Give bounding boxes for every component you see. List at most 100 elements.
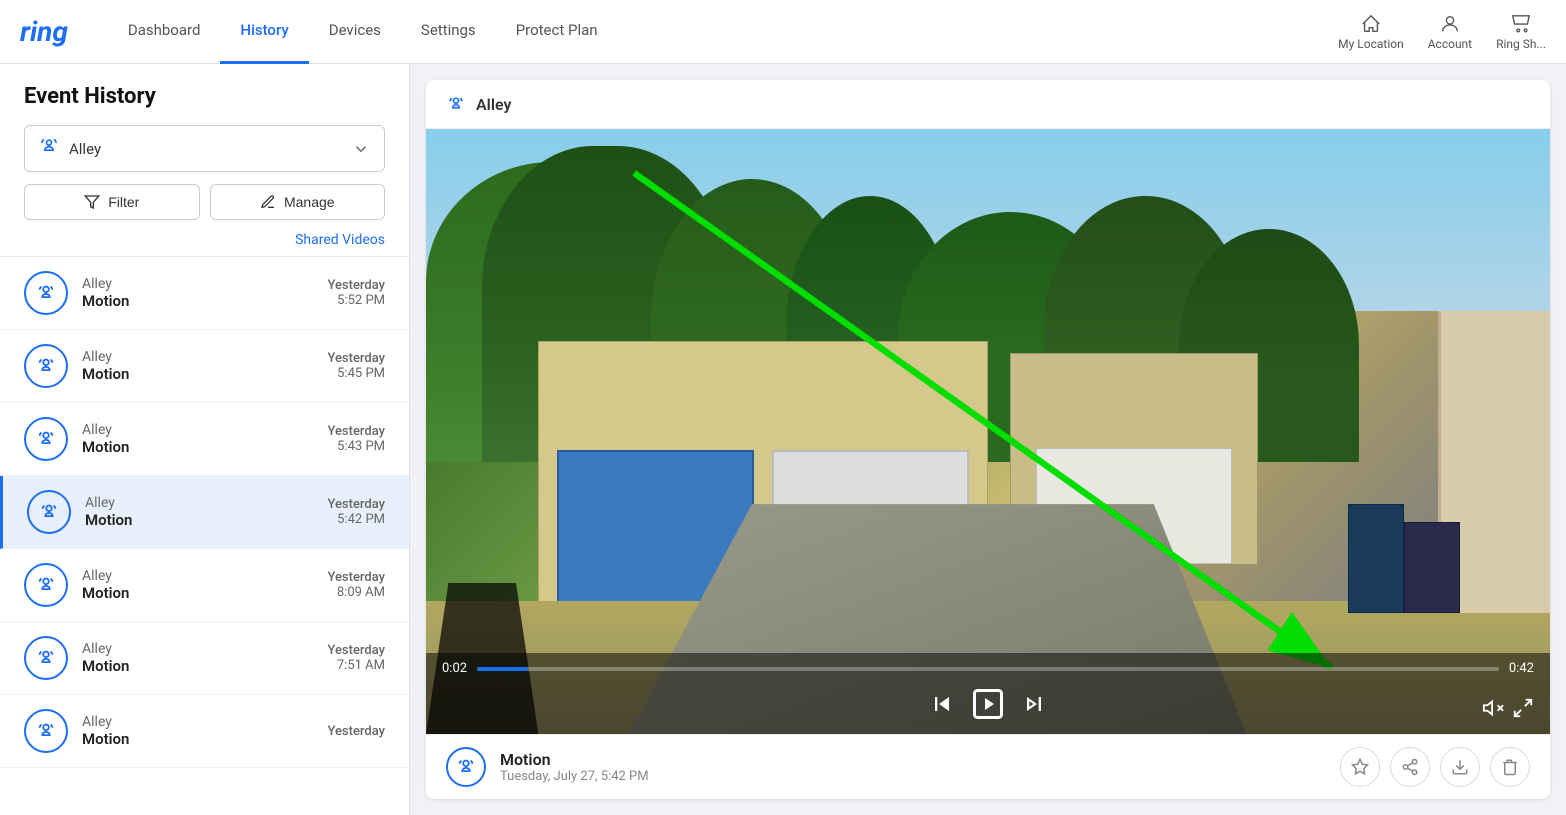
manage-button[interactable]: Manage xyxy=(210,184,386,220)
video-footer: Motion Tuesday, July 27, 5:42 PM xyxy=(426,734,1550,799)
shared-videos-link[interactable]: Shared Videos xyxy=(24,232,385,256)
event-item-5[interactable]: Alley Motion Yesterday 8:09 AM xyxy=(0,549,409,622)
event-type-2: Motion xyxy=(82,365,327,383)
event-item-1[interactable]: Alley Motion Yesterday 5:52 PM xyxy=(0,257,409,330)
nav-protect-plan[interactable]: Protect Plan xyxy=(496,0,618,64)
mute-button[interactable] xyxy=(1482,697,1504,722)
manage-icon xyxy=(260,194,276,210)
footer-event-type: Motion xyxy=(500,750,1340,769)
mute-icon xyxy=(1482,697,1504,719)
filter-row: Filter Manage xyxy=(24,184,385,220)
chevron-down-icon xyxy=(352,140,370,158)
sidebar: Event History Alley Filter Manage xyxy=(0,64,410,815)
nav-settings[interactable]: Settings xyxy=(401,0,496,64)
prev-frame-icon xyxy=(928,690,956,718)
trash-bin-2 xyxy=(1348,504,1404,613)
nav-history[interactable]: History xyxy=(220,0,308,64)
filter-button[interactable]: Filter xyxy=(24,184,200,220)
selected-device-name: Alley xyxy=(69,140,101,158)
ring-logo: ring xyxy=(20,15,68,48)
ring-shop-nav[interactable]: Ring Sh... xyxy=(1496,13,1546,51)
next-frame-icon xyxy=(1020,690,1048,718)
footer-event-date: Tuesday, July 27, 5:42 PM xyxy=(500,769,1340,784)
video-controls: 0:02 0:42 xyxy=(426,653,1550,734)
event-icon-7 xyxy=(24,709,68,753)
shop-icon xyxy=(1510,13,1532,35)
video-panel: Alley xyxy=(426,80,1550,799)
event-item-7[interactable]: Alley Motion Yesterday xyxy=(0,695,409,768)
filter-icon xyxy=(84,194,100,210)
video-ctrl-right xyxy=(1482,697,1534,722)
sidebar-title: Event History xyxy=(24,84,385,109)
event-item-4[interactable]: Alley Motion Yesterday 5:42 PM xyxy=(0,476,409,549)
home-icon xyxy=(1360,13,1382,35)
event-type-7: Motion xyxy=(82,730,327,748)
my-location-nav[interactable]: My Location xyxy=(1338,13,1404,51)
video-panel-header: Alley xyxy=(426,80,1550,129)
account-icon xyxy=(1439,13,1461,35)
footer-actions xyxy=(1340,747,1530,787)
fullscreen-button[interactable] xyxy=(1512,697,1534,722)
account-nav[interactable]: Account xyxy=(1428,13,1472,51)
footer-event-icon xyxy=(446,747,486,787)
camera-header-icon xyxy=(446,94,466,114)
progress-bar-row: 0:02 0:42 xyxy=(442,661,1534,676)
progress-track[interactable] xyxy=(477,667,1499,671)
delete-button[interactable] xyxy=(1490,747,1530,787)
prev-frame-button[interactable] xyxy=(922,684,962,724)
event-time-1: Yesterday 5:52 PM xyxy=(327,278,385,308)
event-list: Alley Motion Yesterday 5:52 PM Alley Mot… xyxy=(0,256,409,815)
video-scene xyxy=(426,129,1550,734)
top-navigation: ring Dashboard History Devices Settings … xyxy=(0,0,1566,64)
total-time-label: 0:42 xyxy=(1509,661,1534,676)
footer-info: Motion Tuesday, July 27, 5:42 PM xyxy=(500,750,1340,784)
event-type-5: Motion xyxy=(82,584,327,602)
download-button[interactable] xyxy=(1440,747,1480,787)
event-icon-2 xyxy=(24,344,68,388)
event-type-6: Motion xyxy=(82,657,327,675)
download-icon xyxy=(1451,758,1469,776)
device-selector[interactable]: Alley xyxy=(24,125,385,172)
delete-icon xyxy=(1501,758,1519,776)
star-icon xyxy=(1351,758,1369,776)
next-frame-button[interactable] xyxy=(1014,684,1054,724)
nav-dashboard[interactable]: Dashboard xyxy=(108,0,221,64)
progress-fill xyxy=(477,667,528,671)
main-layout: Event History Alley Filter Manage xyxy=(0,64,1566,815)
event-type-3: Motion xyxy=(82,438,327,456)
event-name-4: Alley xyxy=(85,495,327,511)
nav-right: My Location Account Ring Sh... xyxy=(1338,13,1546,51)
event-item-6[interactable]: Alley Motion Yesterday 7:51 AM xyxy=(0,622,409,695)
main-content: Alley xyxy=(410,64,1566,815)
trash-bin-1 xyxy=(1404,522,1460,613)
sidebar-header: Event History Alley Filter Manage xyxy=(0,64,409,256)
event-time-2: Yesterday 5:45 PM xyxy=(327,351,385,381)
event-item-3[interactable]: Alley Motion Yesterday 5:43 PM xyxy=(0,403,409,476)
share-icon xyxy=(1401,758,1419,776)
favorite-button[interactable] xyxy=(1340,747,1380,787)
motion-sensor-icon xyxy=(39,136,59,161)
share-button[interactable] xyxy=(1390,747,1430,787)
event-item-2[interactable]: Alley Motion Yesterday 5:45 PM xyxy=(0,330,409,403)
event-icon-1 xyxy=(24,271,68,315)
event-time-5: Yesterday 8:09 AM xyxy=(327,570,385,600)
video-panel-device-name: Alley xyxy=(476,95,511,114)
event-icon-5 xyxy=(24,563,68,607)
event-name-2: Alley xyxy=(82,349,327,365)
play-icon xyxy=(970,686,1006,722)
event-name-7: Alley xyxy=(82,714,327,730)
event-time-4: Yesterday 5:42 PM xyxy=(327,497,385,527)
nav-links: Dashboard History Devices Settings Prote… xyxy=(108,0,1338,64)
current-time-label: 0:02 xyxy=(442,661,467,676)
playback-controls xyxy=(442,682,1534,726)
event-name-6: Alley xyxy=(82,641,327,657)
event-icon-4 xyxy=(27,490,71,534)
nav-devices[interactable]: Devices xyxy=(309,0,401,64)
event-name-3: Alley xyxy=(82,422,327,438)
event-name-1: Alley xyxy=(82,276,327,292)
play-button[interactable] xyxy=(970,686,1006,722)
event-type-1: Motion xyxy=(82,292,327,310)
event-time-7: Yesterday xyxy=(327,724,385,739)
fullscreen-icon xyxy=(1512,697,1534,719)
event-time-3: Yesterday 5:43 PM xyxy=(327,424,385,454)
